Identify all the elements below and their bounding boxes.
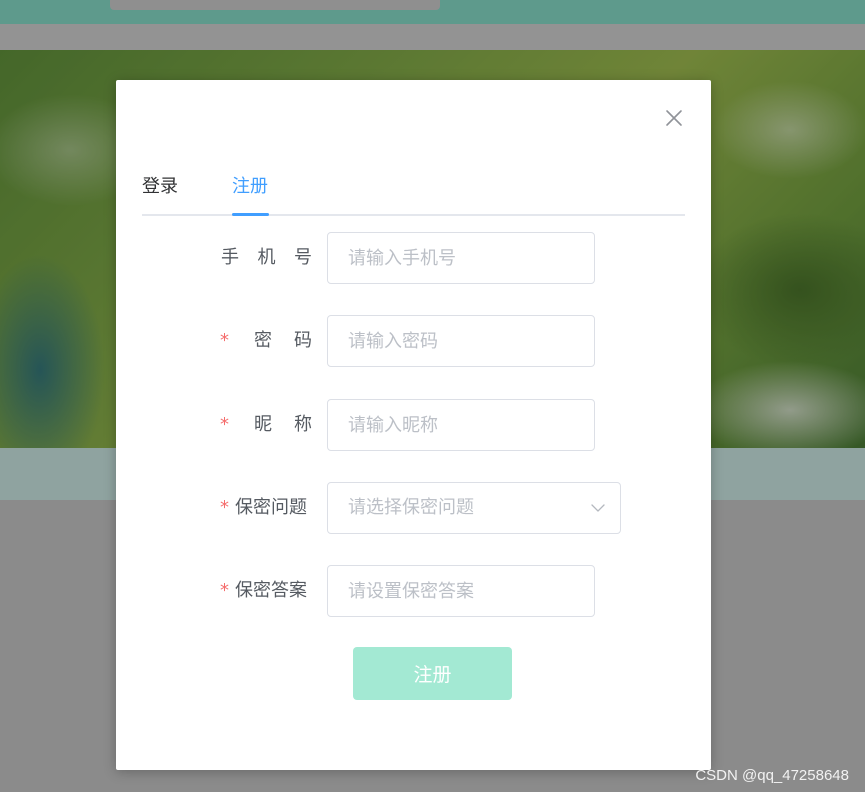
security-answer-label: 保密答案 (235, 580, 307, 601)
required-mark: * (220, 330, 229, 351)
required-mark: * (220, 497, 229, 518)
tab-login[interactable]: 登录 (142, 170, 178, 214)
register-submit-button[interactable]: 注册 (353, 647, 512, 700)
watermark: CSDN @qq_47258648 (695, 767, 849, 784)
label-char: 称 (294, 414, 312, 435)
security-answer-row: * 保密答案 (116, 565, 711, 617)
background-top-bar (0, 0, 865, 24)
register-dialog: 登录 注册 手 机 号 * 密 码 * 昵 称 * 保密问题 请选择保密问 (116, 80, 711, 770)
security-question-label: 保密问题 (235, 497, 307, 518)
phone-row: 手 机 号 (116, 232, 711, 284)
security-answer-input[interactable] (327, 565, 595, 617)
label-char: 昵 (254, 414, 272, 435)
password-row: * 密 码 (116, 315, 711, 367)
required-mark: * (220, 414, 229, 435)
nickname-row: * 昵 称 (116, 399, 711, 451)
required-mark: * (220, 580, 229, 601)
close-icon[interactable] (662, 106, 686, 130)
security-question-row: * 保密问题 请选择保密问题 (116, 482, 711, 534)
chevron-down-icon (590, 500, 606, 516)
background-search-bar (110, 0, 440, 10)
nickname-label: 昵 称 (254, 399, 312, 451)
tab-register[interactable]: 注册 (232, 170, 268, 214)
label-char: 码 (294, 330, 312, 351)
password-label: 密 码 (254, 315, 312, 367)
label-char: 机 (257, 247, 276, 268)
password-input[interactable] (327, 315, 595, 367)
label-char: 手 (221, 247, 239, 268)
background-strip (0, 24, 865, 50)
active-tab-indicator (232, 213, 269, 216)
nickname-input[interactable] (327, 399, 595, 451)
security-question-select[interactable]: 请选择保密问题 (327, 482, 621, 534)
select-placeholder: 请选择保密问题 (348, 497, 474, 518)
phone-label: 手 机 号 (221, 232, 312, 284)
label-char: 号 (294, 247, 312, 268)
label-char: 密 (254, 330, 272, 351)
auth-tabs: 登录 注册 (142, 170, 685, 216)
phone-input[interactable] (327, 232, 595, 284)
